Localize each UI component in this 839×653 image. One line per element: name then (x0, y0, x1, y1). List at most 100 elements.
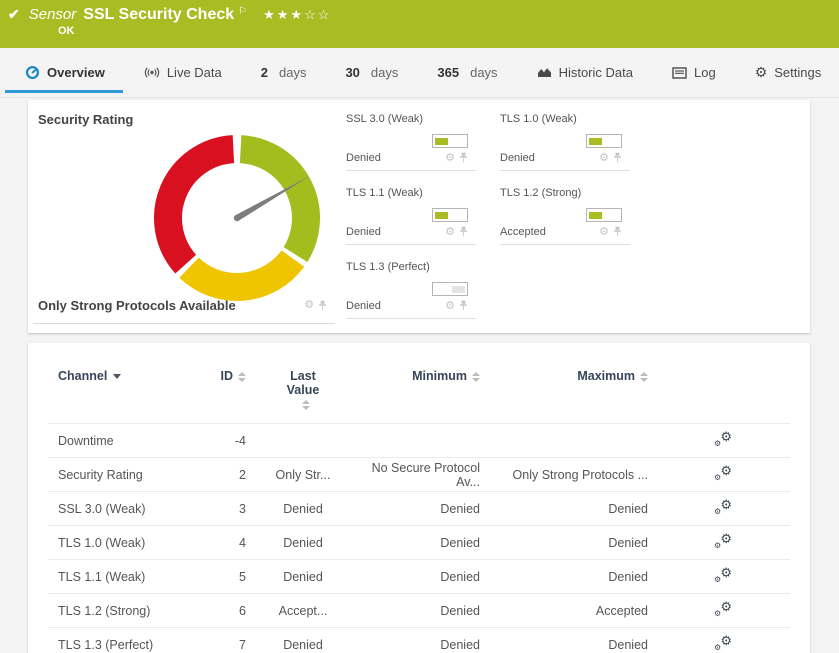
channel-settings-icon[interactable]: ⚙ ⚙ (714, 463, 732, 482)
cell-minimum: Denied (360, 491, 480, 526)
tab-overview[interactable]: Overview (5, 65, 123, 93)
sort-icon (238, 371, 246, 382)
cell-last-value: Denied (246, 559, 360, 594)
pin-icon[interactable] (459, 152, 468, 164)
channels-table-body: Downtime -4 ⚙ ⚙ Security Rating 2 Only St… (48, 423, 790, 653)
overview-gauges-panel: Security Rating Only Strong Protocols Av… (28, 100, 810, 333)
tile-bar-fill (452, 285, 465, 293)
tab-unit: days (470, 65, 498, 80)
column-label: Last Value (286, 369, 320, 397)
tile-title: SSL 3.0 (Weak) (346, 113, 424, 125)
pin-icon[interactable] (613, 152, 622, 164)
gear-icon[interactable]: ⚙ (304, 300, 314, 311)
tile-bar-gauge (432, 134, 468, 148)
sort-icon (301, 399, 310, 410)
tab-number: 30 (345, 65, 360, 80)
tile-bar-gauge (586, 208, 622, 222)
channel-settings-icon[interactable]: ⚙ ⚙ (714, 633, 732, 652)
cell-id: -4 (198, 423, 246, 458)
divider (500, 170, 630, 171)
channel-tile[interactable]: TLS 1.0 (Weak) Denied ⚙ (500, 106, 630, 180)
column-header-maximum[interactable]: Maximum (480, 369, 648, 424)
channel-tile[interactable]: TLS 1.2 (Strong) Accepted ⚙ (500, 180, 630, 254)
gauge-icon (25, 65, 40, 80)
sensor-kind-label: Sensor (28, 6, 77, 23)
column-header-minimum[interactable]: Minimum (360, 369, 480, 424)
table-row: TLS 1.3 (Perfect) 7 Denied Denied Denied… (48, 627, 790, 653)
tab-live-data[interactable]: Live Data (144, 65, 222, 80)
cell-last-value: Accept... (246, 593, 360, 628)
column-header-channel[interactable]: Channel (48, 369, 198, 424)
tab-30-days[interactable]: 30 days (345, 65, 398, 80)
tile-title: TLS 1.3 (Perfect) (346, 261, 430, 273)
cell-maximum: Denied (480, 559, 648, 594)
cell-channel: SSL 3.0 (Weak) (48, 491, 198, 526)
tab-2-days[interactable]: 2 days (261, 65, 307, 80)
pin-icon[interactable] (613, 226, 622, 238)
cell-id: 4 (198, 525, 246, 560)
tab-log[interactable]: Log (672, 65, 716, 80)
cell-last-value: Denied (246, 491, 360, 526)
gear-icon[interactable]: ⚙ (599, 226, 609, 238)
channel-tile[interactable]: TLS 1.3 (Perfect) Denied ⚙ (346, 254, 476, 328)
gauge-segment-red (154, 135, 235, 274)
pin-icon[interactable] (318, 300, 327, 312)
gear-icon[interactable]: ⚙ (445, 226, 455, 238)
channel-settings-icon[interactable]: ⚙ ⚙ (714, 429, 732, 448)
column-header-last-value[interactable]: Last Value (246, 369, 360, 424)
column-header-id[interactable]: ID (198, 369, 246, 424)
gear-icon[interactable]: ⚙ (445, 300, 455, 312)
channel-settings-icon[interactable]: ⚙ ⚙ (714, 599, 732, 618)
table-row: TLS 1.2 (Strong) 6 Accept... Denied Acce… (48, 593, 790, 628)
broadcast-icon (144, 67, 159, 78)
table-row: Downtime -4 ⚙ ⚙ (48, 423, 790, 458)
tab-number: 365 (437, 65, 460, 80)
tab-label: Live Data (166, 65, 222, 80)
pin-icon[interactable] (459, 300, 468, 312)
tab-365-days[interactable]: 365 days (437, 65, 497, 80)
sort-icon (472, 371, 480, 382)
priority-rating[interactable]: ★★★☆☆ (263, 7, 331, 23)
tile-bar-fill (589, 137, 602, 145)
cell-last-value: Denied (246, 627, 360, 653)
cell-minimum: No Secure Protocol Av... (360, 457, 480, 492)
table-row: SSL 3.0 (Weak) 3 Denied Denied Denied ⚙ ⚙ (48, 491, 790, 526)
cell-minimum (360, 423, 480, 458)
channels-table: Channel ID Last Value Minimum Maximum Do… (48, 369, 790, 653)
channel-settings-icon[interactable]: ⚙ ⚙ (714, 565, 732, 584)
page: ✔ Sensor SSL Security Check ⚐ ★★★☆☆ OK O… (0, 0, 839, 653)
cell-maximum: Accepted (480, 593, 648, 628)
table-header-row: Channel ID Last Value Minimum Maximum (48, 369, 790, 424)
channels-table-panel: Channel ID Last Value Minimum Maximum Do… (28, 343, 810, 653)
gauge-value-text: Only Strong Protocols Available (38, 298, 236, 313)
channel-settings-icon[interactable]: ⚙ ⚙ (714, 531, 732, 550)
pin-icon[interactable] (459, 226, 468, 238)
channel-tile[interactable]: SSL 3.0 (Weak) Denied ⚙ (346, 106, 476, 180)
tab-label: Historic Data (558, 65, 633, 80)
channel-tile[interactable]: TLS 1.1 (Weak) Denied ⚙ (346, 180, 476, 254)
gear-icon[interactable]: ⚙ (599, 152, 609, 164)
cell-id: 6 (198, 593, 246, 628)
tile-value: Denied (346, 226, 381, 238)
table-row: TLS 1.0 (Weak) 4 Denied Denied Denied ⚙ ⚙ (48, 525, 790, 560)
tab-settings[interactable]: ⚙ Settings (755, 64, 822, 81)
cell-channel: TLS 1.0 (Weak) (48, 525, 198, 560)
gear-icon[interactable]: ⚙ (445, 152, 455, 164)
cell-id: 2 (198, 457, 246, 492)
cell-maximum: Denied (480, 525, 648, 560)
flag-icon[interactable]: ⚐ (238, 6, 247, 17)
status-check-icon: ✔ (8, 6, 20, 22)
sensor-status-bar: ✔ Sensor SSL Security Check ⚐ ★★★☆☆ OK (0, 0, 839, 48)
tab-bar: Overview Live Data 2 days 30 days 365 da… (0, 48, 839, 98)
channel-settings-icon[interactable]: ⚙ ⚙ (714, 497, 732, 516)
area-chart-icon (537, 68, 551, 77)
gauge-footer: Only Strong Protocols Available ⚙ (33, 298, 335, 324)
sensor-title: SSL Security Check (83, 6, 235, 23)
gauge-needle-hub (233, 214, 241, 222)
tile-title: TLS 1.2 (Strong) (500, 187, 582, 199)
tab-historic-data[interactable]: Historic Data (537, 65, 633, 80)
security-rating-gauge (154, 135, 320, 301)
cell-last-value: Denied (246, 525, 360, 560)
tab-label: Log (693, 65, 716, 80)
cell-minimum: Denied (360, 559, 480, 594)
